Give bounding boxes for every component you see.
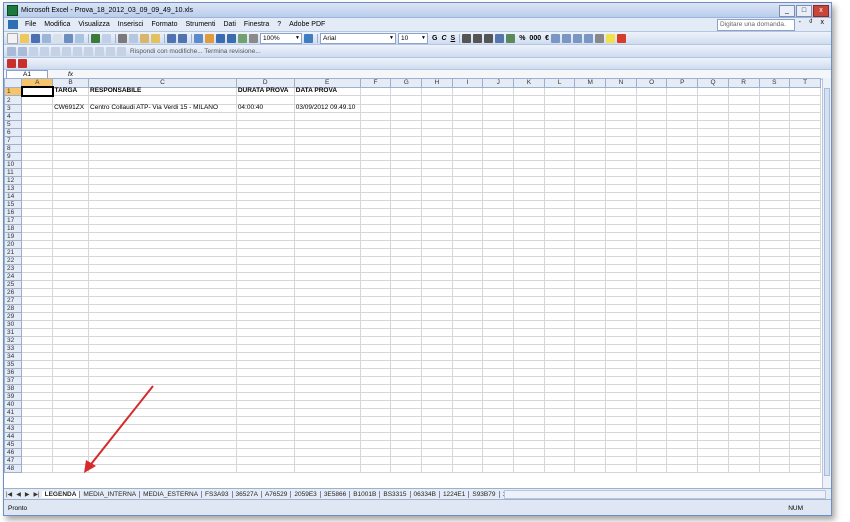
- annotation-arrow-line: [87, 385, 154, 469]
- annotation-arrow: [84, 385, 154, 473]
- annotation-arrow-head: [84, 460, 96, 473]
